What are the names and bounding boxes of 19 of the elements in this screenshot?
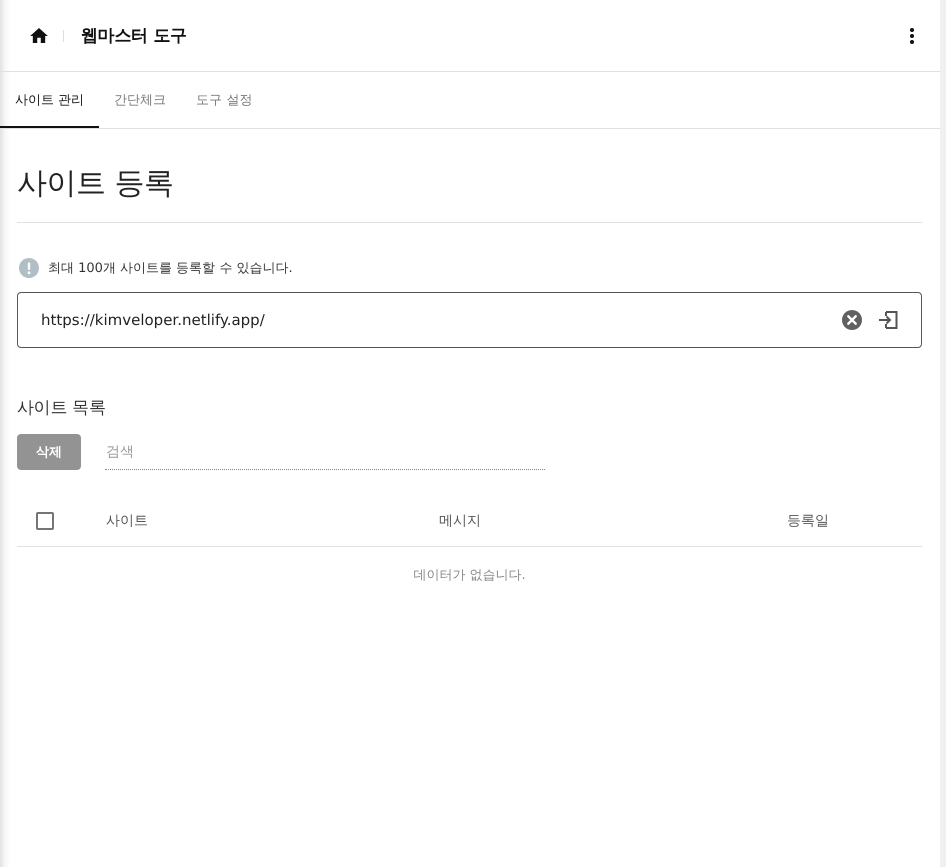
page-heading: 사이트 등록 — [17, 165, 175, 203]
search-field[interactable]: 검색 — [105, 434, 545, 470]
select-all-checkbox[interactable] — [36, 512, 54, 530]
more-menu-icon[interactable] — [910, 28, 914, 44]
empty-message: 데이터가 없습니다. — [413, 567, 526, 584]
tab[interactable]: 사이트 관리 — [0, 72, 100, 128]
info-icon — [19, 258, 39, 278]
clear-icon[interactable] — [842, 310, 862, 330]
tab[interactable]: 간단체크 — [99, 72, 182, 128]
column-header[interactable]: 등록일 — [770, 512, 829, 530]
app-title: 웹마스터 도구 — [81, 25, 187, 47]
tab[interactable]: 도구 설정 — [181, 72, 268, 128]
home-icon[interactable] — [30, 28, 48, 43]
column-header[interactable]: 사이트 — [89, 512, 148, 530]
enter-icon[interactable] — [878, 311, 898, 329]
section-heading: 사이트 목록 — [17, 397, 107, 420]
column-header[interactable]: 메시지 — [422, 512, 481, 530]
notice-text: 최대 100개 사이트를 등록할 수 있습니다. — [48, 260, 293, 277]
url-field[interactable]: https://kimveloper.netlify.app/ — [17, 292, 922, 348]
